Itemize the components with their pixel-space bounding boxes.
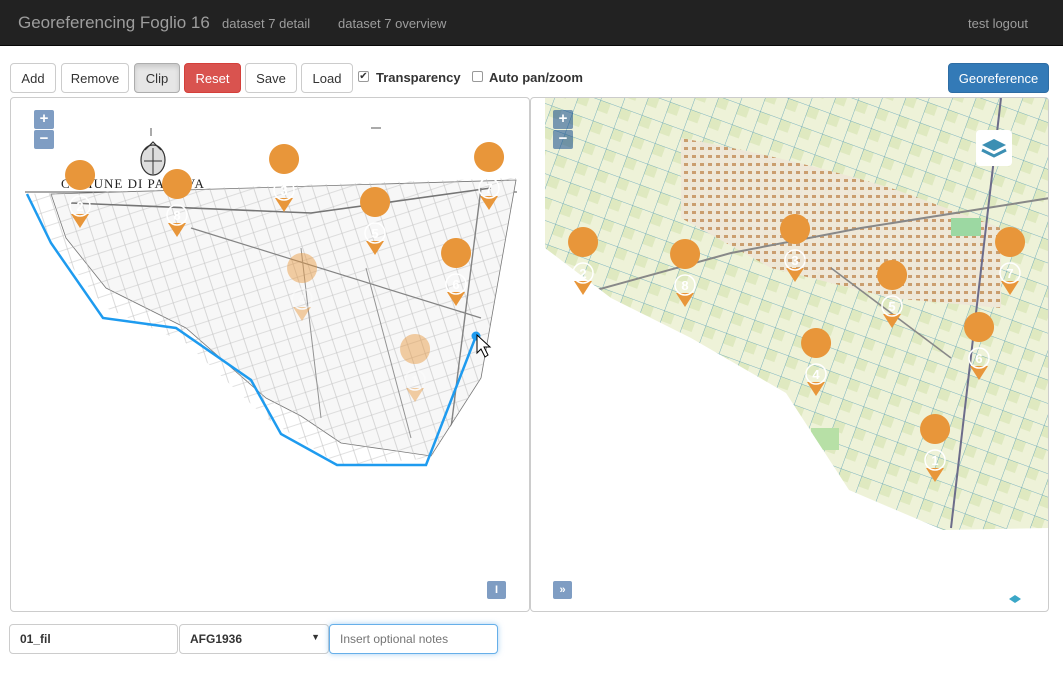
remove-button[interactable]: Remove [61, 63, 129, 93]
nav-link-logout[interactable]: test logout [968, 16, 1028, 31]
navbar: Georeferencing Foglio 16 dataset 7 detai… [0, 0, 1063, 46]
reset-button[interactable]: Reset [184, 63, 241, 93]
marker-label: 8 [681, 278, 688, 293]
transparency-label[interactable]: Transparency [376, 70, 461, 85]
marker-label: 6 [452, 277, 459, 292]
load-button[interactable]: Load [301, 63, 353, 93]
zoom-in-button[interactable]: + [553, 110, 573, 129]
marker-label: 3 [280, 183, 287, 198]
marker-label: 2 [76, 199, 83, 214]
marker-label: 3 [791, 253, 798, 268]
nav-link-dataset-detail[interactable]: dataset 7 detail [222, 16, 310, 31]
map-control-button[interactable]: I [487, 581, 506, 599]
app-brand[interactable]: Georeferencing Foglio 16 [18, 13, 210, 33]
marker-label: 1 [411, 373, 418, 388]
georeference-button[interactable]: Georeference [948, 63, 1049, 93]
marker-label: 7 [1006, 266, 1013, 281]
srs-select-value: AFG1936 [190, 632, 243, 646]
autopan-checkbox[interactable] [472, 71, 483, 82]
nav-link-dataset-overview[interactable]: dataset 7 overview [338, 16, 446, 31]
zoom-out-button[interactable]: − [553, 130, 573, 149]
marker-label: 1 [931, 453, 938, 468]
basemap-canvas[interactable]: 2 8 3 5 7 4 6 1 [531, 98, 1049, 612]
source-map-panel[interactable]: COMUNE DI PADOVA 2 8 3 5 7 4 6 1 + − I [10, 97, 530, 612]
marker-label: 4 [812, 367, 820, 382]
attribution-icon[interactable] [1009, 595, 1021, 603]
srs-select[interactable]: AFG1936 ▼ [179, 624, 329, 654]
expand-panel-button[interactable]: » [553, 581, 572, 599]
zoom-in-button[interactable]: + [34, 110, 54, 129]
clip-button[interactable]: Clip [134, 63, 180, 93]
marker-label: 4 [298, 292, 306, 307]
chevron-down-icon: ▼ [311, 632, 320, 642]
historic-map-canvas[interactable]: COMUNE DI PADOVA 2 8 3 5 7 4 6 1 [11, 98, 530, 612]
autopan-label[interactable]: Auto pan/zoom [489, 70, 583, 85]
marker-label: 7 [485, 181, 492, 196]
add-button[interactable]: Add [10, 63, 56, 93]
padova-crest-icon [140, 141, 166, 176]
layers-icon[interactable] [976, 130, 1012, 166]
notes-field[interactable] [329, 624, 498, 654]
marker-label: 5 [888, 299, 895, 314]
marker-label: 5 [371, 226, 378, 241]
marker-label: 2 [579, 266, 586, 281]
zoom-out-button[interactable]: − [34, 130, 54, 149]
name-field[interactable]: 01_fil [9, 624, 178, 654]
marker-label: 6 [975, 351, 982, 366]
target-map-panel[interactable]: 2 8 3 5 7 4 6 1 + − » [530, 97, 1049, 612]
save-button[interactable]: Save [245, 63, 297, 93]
transparency-checkbox[interactable]: ✔ [358, 71, 369, 82]
marker-label: 8 [173, 208, 180, 223]
